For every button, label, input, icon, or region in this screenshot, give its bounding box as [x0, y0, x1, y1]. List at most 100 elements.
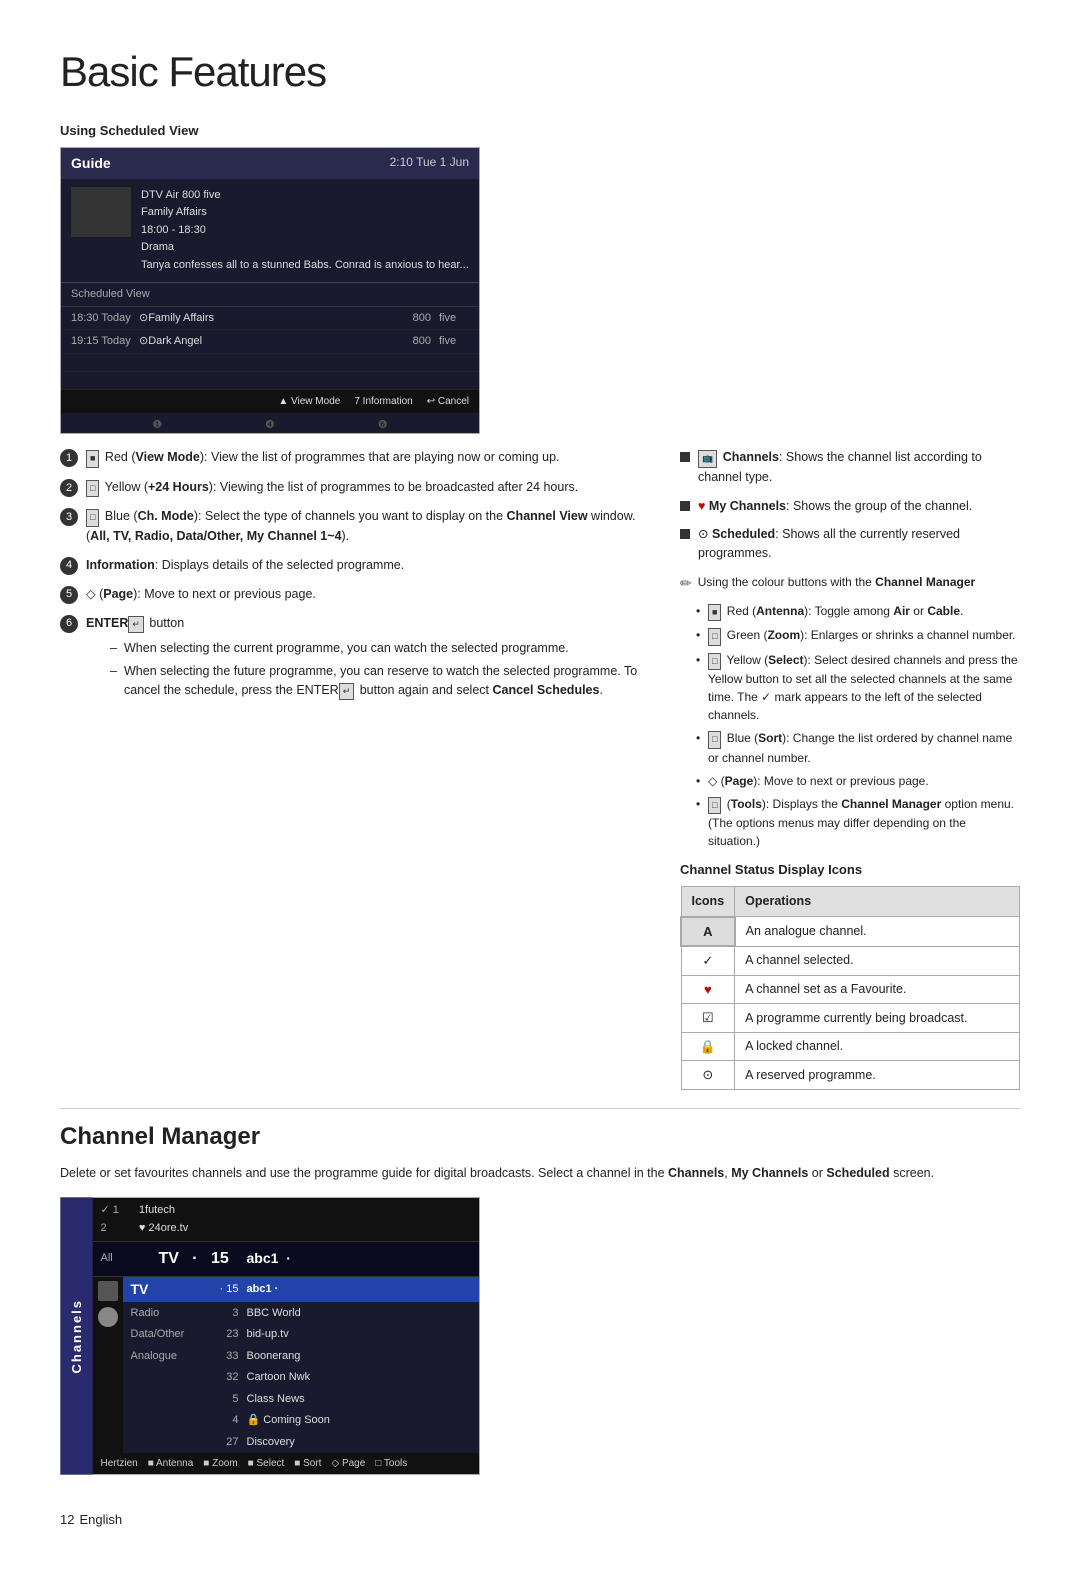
cm-header-row: ✓ 1 2 1futech ♥ 24ore.tv	[93, 1198, 480, 1242]
cm-row-num-radio: 3	[209, 1305, 239, 1322]
status-icon-check: ✓	[681, 946, 735, 975]
cm-row-coming: 4 🔒 Coming Soon	[123, 1410, 480, 1432]
guide-row-num-2: 800	[396, 333, 431, 350]
num-circle-4: 4	[60, 557, 78, 575]
status-icon-lock: 🔒	[681, 1032, 735, 1061]
cm-row-radio: Radio 3 BBC World	[123, 1303, 480, 1325]
guide-info: DTV Air 800 five Family Affairs 18:00 - …	[61, 179, 479, 284]
square-bullet-icon-2	[680, 501, 690, 511]
cm-row-name-tv: abc1 ·	[247, 1281, 472, 1298]
page-number: 12 English	[60, 1505, 1020, 1532]
cm-rows-col: TV · 15 abc1 · Radio 3 BBC World Data/Ot…	[123, 1277, 480, 1454]
page-label: English	[79, 1512, 122, 1527]
guide-footer-info: 7 Information	[354, 394, 412, 409]
guide-show-name: Family Affairs	[141, 204, 469, 222]
page-num-value: 12	[60, 1512, 74, 1527]
status-icon-broadcast: ☑	[681, 1004, 735, 1033]
guide-time: 2:10 Tue 1 Jun	[390, 153, 469, 174]
cm-num-2: 2	[101, 1220, 119, 1237]
cm-footer: Hertzien ■ Antenna ■ Zoom ■ Select ■ Sor…	[93, 1453, 480, 1474]
cm-row-name-analogue: Boonerang	[247, 1348, 472, 1365]
cm-footer-antenna: ■ Antenna	[148, 1456, 194, 1471]
guide-numbered-row: ❶ ❹ ❻	[61, 417, 479, 434]
status-op-favourite: A channel set as a Favourite.	[735, 975, 1020, 1004]
guide-details: DTV Air 800 five Family Affairs 18:00 - …	[141, 187, 469, 275]
guide-row-ch-2: five	[439, 333, 469, 350]
color-item-green: □ Green (Zoom): Enlarges or shrinks a ch…	[696, 626, 1020, 646]
cm-all-label: All	[101, 1250, 151, 1267]
cm-footer-page: ◇ Page	[331, 1456, 365, 1471]
num-circle-5: 5	[60, 586, 78, 604]
cm-footer-sort: ■ Sort	[294, 1456, 321, 1471]
cm-24ore: ♥ 24ore.tv	[139, 1220, 188, 1237]
right-bullet-scheduled: ⊙ Scheduled: Shows all the currently res…	[680, 525, 1020, 563]
cm-abc1-label: abc1 ·	[247, 1248, 291, 1269]
cm-row-num-classnews: 5	[209, 1391, 239, 1408]
guide-thumbnail	[71, 187, 131, 237]
right-bullet-channels: 📺 Channels: Shows the channel list accor…	[680, 448, 1020, 486]
num-item-2-text: □ Yellow (+24 Hours): Viewing the list o…	[86, 478, 578, 498]
color-item-yellow: □ Yellow (Select): Select desired channe…	[696, 651, 1020, 725]
guide-row-empty	[61, 354, 479, 372]
cm-row-name-dataother: bid-up.tv	[247, 1326, 472, 1343]
square-bullet-icon	[680, 452, 690, 462]
cm-row-label-dataother: Data/Other	[131, 1326, 201, 1343]
color-item-blue: □ Blue (Sort): Change the list ordered b…	[696, 729, 1020, 767]
guide-row-prog-1: ⊙Family Affairs	[139, 310, 388, 327]
main-two-col: 1 ■ Red (View Mode): View the list of pr…	[60, 448, 1020, 1089]
cm-row-analogue: Analogue 33 Boonerang	[123, 1346, 480, 1368]
guide-description: Tanya confesses all to a stunned Babs. C…	[141, 257, 469, 275]
guide-genre: Drama	[141, 239, 469, 257]
cm-footer-zoom: ■ Zoom	[203, 1456, 237, 1471]
cm-row-name-discovery: Discovery	[247, 1434, 472, 1451]
status-op-reserved: A reserved programme.	[735, 1061, 1020, 1090]
col-left: 1 ■ Red (View Mode): View the list of pr…	[60, 448, 640, 1089]
cm-tv-label: TV · 15	[159, 1247, 239, 1271]
guide-row-time-1: 18:30 Today	[71, 310, 131, 327]
guide-row-ch-1: five	[439, 310, 469, 327]
guide-header: Guide 2:10 Tue 1 Jun	[61, 148, 479, 179]
status-row-locked: 🔒 A locked channel.	[681, 1032, 1020, 1061]
num-circle-1: 1	[60, 449, 78, 467]
num-item-1-text: ■ Red (View Mode): View the list of prog…	[86, 448, 560, 468]
cm-row-cartoon: 32 Cartoon Nwk	[123, 1367, 480, 1389]
using-scheduled-view-label: Using Scheduled View	[60, 121, 1020, 141]
cm-row-num-dataother: 23	[209, 1326, 239, 1343]
color-buttons-note-text: Using the colour buttons with the Channe…	[698, 573, 975, 591]
channel-manager-title: Channel Manager	[60, 1119, 1020, 1155]
guide-ui-box: Guide 2:10 Tue 1 Jun DTV Air 800 five Fa…	[60, 147, 480, 435]
guide-row-empty-2	[61, 372, 479, 390]
cm-check-item: ✓ 1	[101, 1202, 119, 1219]
status-op-locked: A locked channel.	[735, 1032, 1020, 1061]
status-icon-heart: ♥	[681, 975, 735, 1004]
channel-status-label: Channel Status Display Icons	[680, 860, 1020, 880]
cm-footer-tools: □ Tools	[375, 1456, 407, 1471]
color-item-red: ■ Red (Antenna): Toggle among Air or Cab…	[696, 602, 1020, 622]
color-sub-bullets: ■ Red (Antenna): Toggle among Air or Cab…	[696, 602, 1020, 851]
cm-row-label-radio: Radio	[131, 1305, 201, 1322]
status-row-favourite: ♥ A channel set as a Favourite.	[681, 975, 1020, 1004]
num-item-5: 5 ◇ (Page): Move to next or previous pag…	[60, 585, 640, 604]
cm-row-num-tv: · 15	[209, 1281, 239, 1298]
status-icon-a: A	[681, 917, 735, 947]
guide-footer: ▲ View Mode 7 Information ↩ Cancel	[61, 390, 479, 413]
right-bullets: 📺 Channels: Shows the channel list accor…	[680, 448, 1020, 563]
status-icon-reserved: ⊙	[681, 1061, 735, 1090]
color-item-page: ◇ (Page): Move to next or previous page.	[696, 772, 1020, 790]
num-item-2: 2 □ Yellow (+24 Hours): Viewing the list…	[60, 478, 640, 498]
num-item-6-title: ENTER↵ button	[86, 614, 640, 634]
section-divider	[60, 1108, 1020, 1109]
col-right: 📺 Channels: Shows the channel list accor…	[680, 448, 1020, 1089]
cm-row-num-cartoon: 32	[209, 1369, 239, 1386]
num-item-1: 1 ■ Red (View Mode): View the list of pr…	[60, 448, 640, 468]
cm-row-discovery: 27 Discovery	[123, 1432, 480, 1454]
pencil-icon: ✏	[680, 573, 692, 594]
cm-icons-col	[93, 1277, 123, 1454]
channel-manager-desc: Delete or set favourites channels and us…	[60, 1163, 1020, 1183]
cm-row-tv-selected: TV · 15 abc1 ·	[123, 1277, 480, 1303]
cm-row-name-cartoon: Cartoon Nwk	[247, 1369, 472, 1386]
cm-row-label-tv: TV	[131, 1279, 201, 1300]
right-bullet-mychannels: ♥ My Channels: Shows the group of the ch…	[680, 497, 1020, 516]
cm-sidebar: Channels	[61, 1198, 93, 1475]
cm-row-num-analogue: 33	[209, 1348, 239, 1365]
